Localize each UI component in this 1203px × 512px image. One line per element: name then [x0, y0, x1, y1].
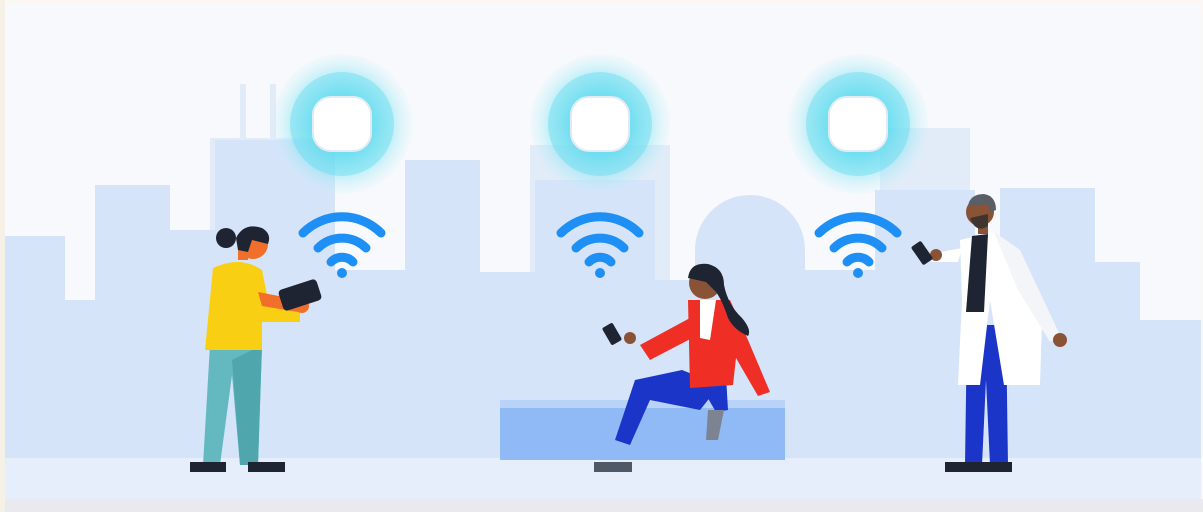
left-border [0, 0, 5, 512]
access-point-left [272, 54, 412, 194]
floor-strip [0, 499, 1203, 512]
access-point-right [788, 54, 928, 194]
access-point-center [530, 54, 670, 194]
wifi-coverage-illustration [0, 0, 1203, 512]
